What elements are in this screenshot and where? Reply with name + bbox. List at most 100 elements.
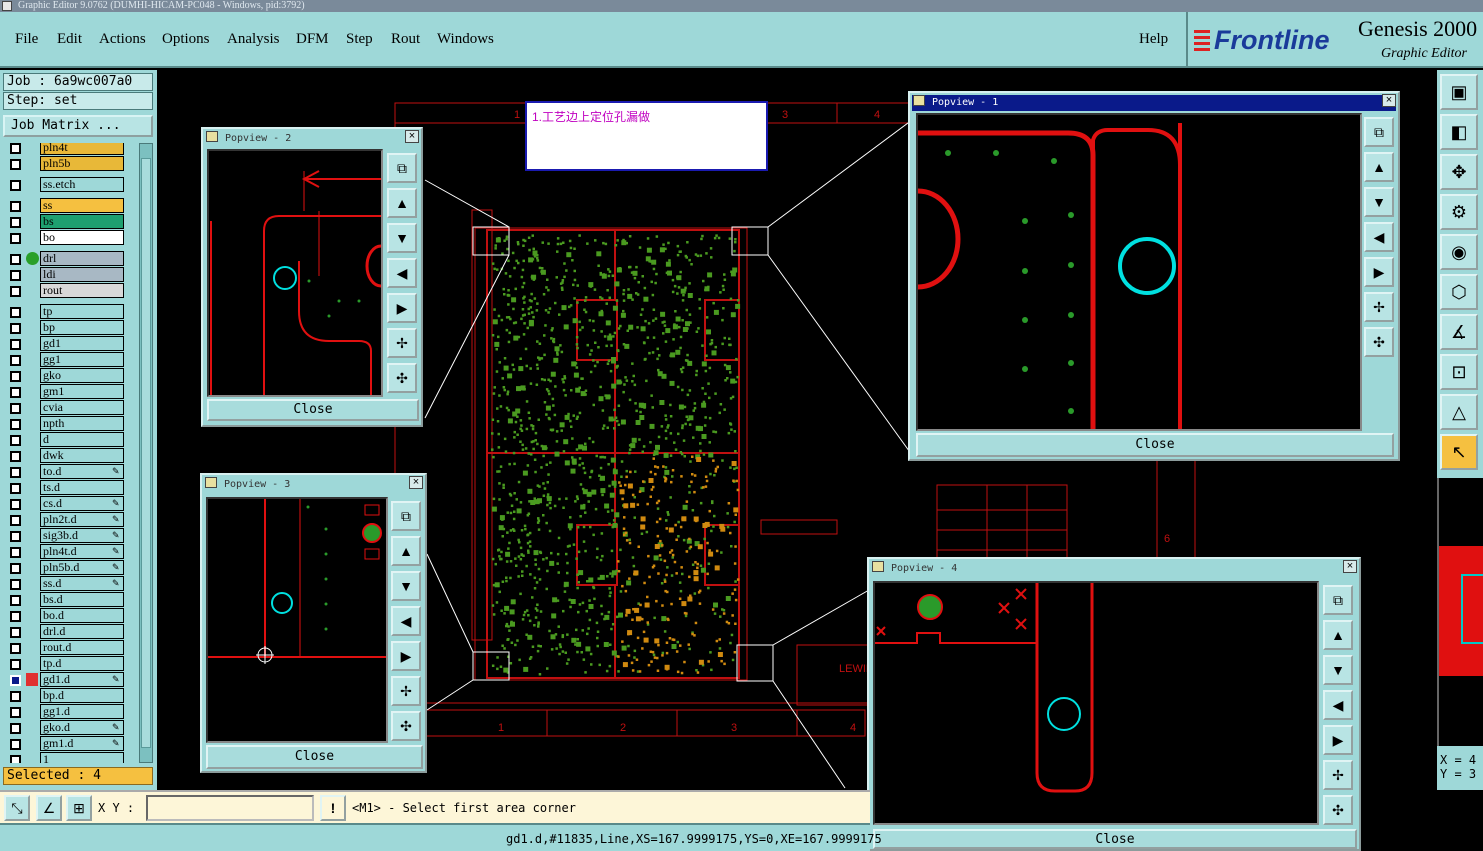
popview-1-close-button[interactable]: Close <box>916 433 1394 457</box>
layer-row[interactable]: bp <box>5 320 138 336</box>
layer-checkbox[interactable] <box>10 286 21 297</box>
zoom-in-icon[interactable]: ✢ <box>1364 292 1394 322</box>
layer-row[interactable]: sig3b.d ✎ <box>5 528 138 544</box>
layer-checkbox[interactable] <box>10 217 21 228</box>
layer-row[interactable]: gg1 <box>5 352 138 368</box>
layer-checkbox[interactable] <box>10 547 21 558</box>
layer-row[interactable]: ts.d <box>5 480 138 496</box>
zoom-in-icon[interactable]: ✢ <box>387 328 417 358</box>
popview-2-close-button[interactable]: Close <box>207 399 419 421</box>
layer-name[interactable]: drl <box>40 251 124 266</box>
fit-icon[interactable]: ⧉ <box>1323 585 1353 615</box>
menu-step[interactable]: Step <box>346 31 373 48</box>
pan-up-icon[interactable]: ▲ <box>1364 152 1394 182</box>
layer-row[interactable]: bo.d <box>5 608 138 624</box>
layer-checkbox[interactable] <box>10 403 21 414</box>
layer-checkbox[interactable] <box>10 201 21 212</box>
fit-icon[interactable]: ⧉ <box>391 501 421 531</box>
pan-up-icon[interactable]: ▲ <box>391 536 421 566</box>
layer-checkbox[interactable] <box>10 723 21 734</box>
pan-right-icon[interactable]: ▶ <box>387 293 417 323</box>
layer-checkbox[interactable] <box>10 499 21 510</box>
angle-icon[interactable]: ∡ <box>1440 314 1478 350</box>
layer-name[interactable]: rout.d <box>40 640 124 655</box>
zoom-in-icon[interactable]: ✢ <box>391 676 421 706</box>
popview-4-close-button[interactable]: Close <box>873 829 1357 849</box>
layer-row[interactable]: gd1.d ✎ <box>5 672 138 688</box>
layer-row[interactable]: tp.d <box>5 656 138 672</box>
zoom-out-icon[interactable]: ✣ <box>1323 795 1353 825</box>
clipboard-icon[interactable]: ▣ <box>1440 74 1478 110</box>
layer-row[interactable]: gko <box>5 368 138 384</box>
zoom-out-icon[interactable]: ✣ <box>387 363 417 393</box>
pan-left-icon[interactable]: ◀ <box>1364 222 1394 252</box>
layer-checkbox[interactable] <box>10 254 21 265</box>
layer-name[interactable]: d <box>40 432 124 447</box>
layer-name[interactable]: gd1 <box>40 336 124 351</box>
layer-row[interactable]: gko.d ✎ <box>5 720 138 736</box>
triangle-icon[interactable]: △ <box>1440 394 1478 430</box>
menu-options[interactable]: Options <box>162 31 210 48</box>
layer-row[interactable]: pln5b <box>5 156 138 172</box>
layer-name[interactable]: drl.d <box>40 624 124 639</box>
job-matrix-button[interactable]: Job Matrix ... <box>3 115 153 137</box>
layer-row[interactable]: bs.d <box>5 592 138 608</box>
measure-icon[interactable]: ∠ <box>36 795 62 821</box>
menu-help[interactable]: Help <box>1139 31 1168 48</box>
layer-name[interactable]: ss.etch <box>40 177 124 192</box>
layer-row[interactable]: gd1 <box>5 336 138 352</box>
pan-down-icon[interactable]: ▼ <box>387 223 417 253</box>
layer-checkbox[interactable] <box>10 611 21 622</box>
layer-row[interactable]: pln4t.d ✎ <box>5 544 138 560</box>
layer-name[interactable]: ts.d <box>40 480 124 495</box>
pan-down-icon[interactable]: ▼ <box>1323 655 1353 685</box>
zoom-out-icon[interactable]: ✣ <box>391 711 421 741</box>
select-box-icon[interactable]: ⊡ <box>1440 354 1478 390</box>
popview-1-window[interactable]: Popview - 1 × ⧉ ▲ ▼ ◀ ▶ ✢ ✣ Close <box>908 91 1400 461</box>
layer-name[interactable]: bp <box>40 320 124 335</box>
layer-name[interactable]: ss <box>40 198 124 213</box>
layer-checkbox[interactable] <box>10 435 21 446</box>
layer-row[interactable]: ss <box>5 198 138 214</box>
annotation-note[interactable]: 1.工艺边上定位孔漏做 <box>525 101 768 171</box>
zoom-in-icon[interactable]: ✢ <box>1323 760 1353 790</box>
layer-row[interactable]: to.d ✎ <box>5 464 138 480</box>
close-icon[interactable]: × <box>1382 94 1396 107</box>
popview-2-title[interactable]: Popview - 2 <box>205 131 419 147</box>
menu-rout[interactable]: Rout <box>391 31 420 48</box>
popview-4-title[interactable]: Popview - 4 <box>871 561 1357 577</box>
popview-3-close-button[interactable]: Close <box>206 745 423 769</box>
copy-icon[interactable]: ◧ <box>1440 114 1478 150</box>
fit-icon[interactable]: ⧉ <box>387 153 417 183</box>
layer-checkbox[interactable] <box>10 233 21 244</box>
pan-up-icon[interactable]: ▲ <box>1323 620 1353 650</box>
layer-row[interactable]: 1 <box>5 752 138 763</box>
layer-checkbox[interactable] <box>10 643 21 654</box>
layer-name[interactable]: bs.d <box>40 592 124 607</box>
popview-1-title[interactable]: Popview - 1 <box>912 95 1396 111</box>
layer-row[interactable]: d <box>5 432 138 448</box>
layer-name[interactable]: cvia <box>40 400 124 415</box>
layer-checkbox[interactable] <box>10 371 21 382</box>
layer-name[interactable]: rout <box>40 283 124 298</box>
layer-name[interactable]: gko <box>40 368 124 383</box>
layer-row[interactable]: cs.d ✎ <box>5 496 138 512</box>
layer-name[interactable]: dwk <box>40 448 124 463</box>
layer-name[interactable]: gg1 <box>40 352 124 367</box>
layer-row[interactable]: npth <box>5 416 138 432</box>
layer-row[interactable]: ss.etch <box>5 177 138 193</box>
layer-checkbox[interactable] <box>10 579 21 590</box>
popview-2-view[interactable] <box>207 149 383 397</box>
layer-name[interactable]: gg1.d <box>40 704 124 719</box>
layer-name[interactable]: gm1 <box>40 384 124 399</box>
zoom-out-icon[interactable]: ✣ <box>1364 327 1394 357</box>
layer-row[interactable]: rout <box>5 283 138 299</box>
layer-checkbox[interactable] <box>10 270 21 281</box>
layer-checkbox[interactable] <box>10 483 21 494</box>
layer-checkbox[interactable] <box>10 675 21 686</box>
layer-row[interactable]: pln5b.d ✎ <box>5 560 138 576</box>
layer-row[interactable]: gm1 <box>5 384 138 400</box>
layer-row[interactable]: ldi <box>5 267 138 283</box>
layer-name[interactable]: pln5b <box>40 156 124 171</box>
menu-file[interactable]: File <box>15 31 38 48</box>
